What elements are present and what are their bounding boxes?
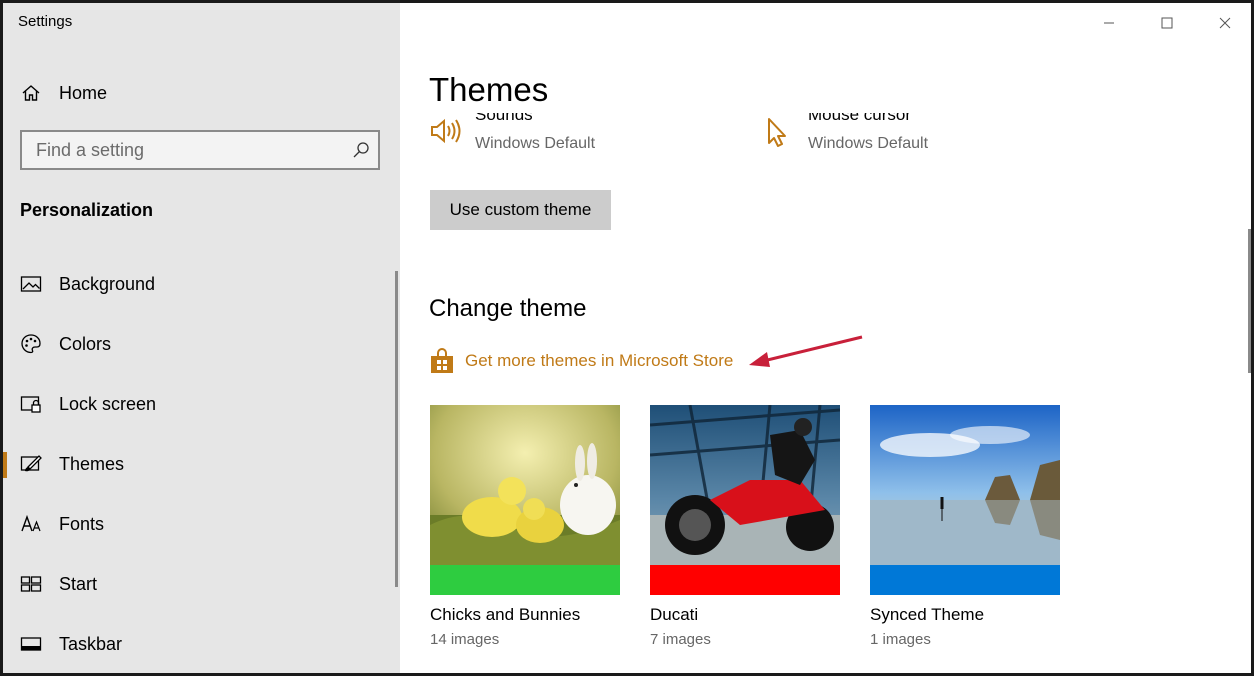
- sidebar-item-label: Background: [59, 274, 156, 294]
- picture-icon: [20, 276, 42, 292]
- accent-bar: [650, 565, 840, 595]
- accent-bar: [430, 565, 620, 595]
- theme-settings-row: Sounds Windows Default Mouse cursor Wind…: [400, 113, 1251, 173]
- sounds-setting[interactable]: Sounds Windows Default: [430, 113, 730, 173]
- home-label: Home: [59, 83, 108, 103]
- theme-tile-ducati[interactable]: Ducati 7 images: [650, 405, 840, 655]
- fonts-icon: [21, 514, 41, 532]
- ducati-thumbnail: [650, 405, 840, 565]
- change-theme-heading: Change theme: [429, 295, 587, 322]
- sidebar-item-lock-screen[interactable]: Lock screen: [3, 379, 397, 429]
- sidebar-item-taskbar[interactable]: Taskbar: [3, 619, 397, 669]
- chicks-bunnies-thumbnail: [430, 405, 620, 565]
- app-title: Settings: [18, 13, 73, 30]
- sidebar-item-colors[interactable]: Colors: [3, 319, 397, 369]
- theme-tile-synced-theme[interactable]: Synced Theme 1 images: [870, 405, 1060, 655]
- main-scrollbar[interactable]: [1248, 229, 1251, 373]
- sidebar-item-label: Lock screen: [59, 394, 157, 414]
- synced-theme-thumbnail: [870, 405, 1060, 565]
- setting-name: Mouse cursor: [808, 113, 911, 124]
- speaker-icon: [431, 118, 461, 144]
- palette-icon: [21, 334, 41, 354]
- setting-name: Sounds: [475, 113, 533, 124]
- sidebar-item-fonts[interactable]: Fonts: [3, 499, 397, 549]
- sidebar-item-label: Start: [59, 574, 98, 594]
- start-tiles-icon: [20, 576, 42, 592]
- maximize-icon[interactable]: [1155, 11, 1179, 35]
- theme-name: Synced Theme: [870, 605, 985, 624]
- sidebar-item-label: Themes: [59, 454, 125, 474]
- search-box[interactable]: [20, 130, 380, 170]
- sidebar-item-label: Taskbar: [59, 634, 123, 654]
- taskbar-icon: [20, 637, 42, 651]
- active-indicator: [3, 452, 7, 478]
- search-input[interactable]: [24, 134, 344, 166]
- annotation-arrow: [749, 335, 863, 367]
- sidebar-item-label: Fonts: [59, 514, 105, 534]
- theme-image-count: 14 images: [430, 631, 500, 648]
- theme-image-count: 7 images: [650, 631, 711, 648]
- setting-value: Windows Default: [475, 135, 596, 152]
- settings-window: Settings Home Personalization Background: [0, 0, 1254, 676]
- store-link[interactable]: Get more themes in Microsoft Store: [429, 346, 733, 376]
- home-nav-item[interactable]: Home: [3, 73, 400, 113]
- lock-screen-icon: [20, 396, 41, 413]
- theme-name: Chicks and Bunnies: [430, 605, 581, 624]
- sidebar: Settings Home Personalization Background: [3, 3, 400, 673]
- sidebar-scrollbar[interactable]: [395, 271, 398, 587]
- sidebar-item-themes[interactable]: Themes: [3, 439, 397, 489]
- brush-icon: [20, 455, 42, 472]
- theme-tile-chicks-and-bunnies[interactable]: Chicks and Bunnies 14 images: [430, 405, 620, 655]
- sidebar-item-start[interactable]: Start: [3, 559, 397, 609]
- use-custom-theme-button[interactable]: Use custom theme: [430, 190, 611, 230]
- home-icon: [22, 85, 40, 101]
- minimize-icon[interactable]: [1097, 11, 1121, 35]
- close-icon[interactable]: [1213, 11, 1237, 35]
- main-content: Themes Sounds Windows Default Mouse curs…: [400, 3, 1251, 673]
- page-title: Themes: [429, 71, 549, 108]
- sidebar-item-label: Colors: [59, 334, 112, 354]
- accent-bar: [870, 565, 1060, 595]
- store-bag-icon: [431, 348, 453, 373]
- theme-name: Ducati: [650, 605, 699, 624]
- cursor-icon: [768, 118, 786, 147]
- section-heading: Personalization: [20, 200, 154, 220]
- mouse-cursor-setting[interactable]: Mouse cursor Windows Default: [763, 113, 1063, 173]
- theme-image-count: 1 images: [870, 631, 931, 648]
- sidebar-item-background[interactable]: Background: [3, 259, 397, 309]
- setting-value: Windows Default: [808, 135, 929, 152]
- search-icon[interactable]: [352, 141, 370, 159]
- store-link-label: Get more themes in Microsoft Store: [465, 351, 734, 370]
